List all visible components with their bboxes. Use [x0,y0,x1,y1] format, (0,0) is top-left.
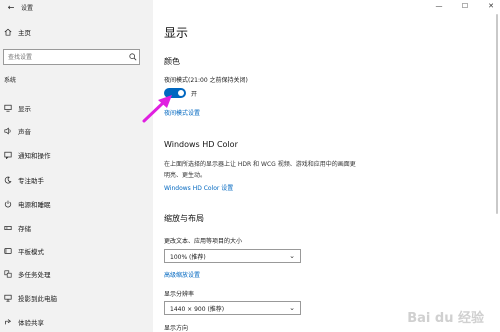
advanced-scaling-link[interactable]: 高级缩放设置 [164,270,200,279]
back-arrow-icon[interactable]: ← [6,2,16,12]
app-title: 设置 [21,4,34,12]
hd-desc-line: 明亮、更生动。 [164,172,207,179]
sidebar-item-label: 显示 [18,105,31,113]
hd-color-description: 在上面所选择的显示器上让 HDR 和 WCG 视频、游戏和应用中的画面更 明亮、… [164,159,404,181]
orientation-label: 显示方向 [164,325,189,332]
sidebar-item-shared-experiences[interactable]: 体验共享 [0,314,153,330]
speaker-icon [4,127,12,135]
chevron-down-icon: ⌄ [289,304,295,312]
sidebar-item-multitasking[interactable]: 多任务处理 [0,266,153,282]
search-input[interactable] [4,50,127,64]
night-light-label: 夜间模式(21:00 之前保持关闭) [164,77,248,84]
sidebar-item-label: 存储 [18,225,31,233]
window-controls: — ☐ ✕ [434,0,496,12]
project-icon [4,294,12,302]
annotation-arrow-icon [142,95,172,123]
share-icon [4,318,12,326]
multitask-icon [4,270,12,278]
search-box[interactable] [3,49,140,65]
sidebar-item-label: 声音 [18,128,31,136]
sidebar-item-label: 平板模式 [18,248,44,256]
page-title: 显示 [164,26,189,40]
sidebar-item-label: 多任务处理 [18,271,51,279]
resolution-value: 1440 × 900 (推荐) [170,305,225,313]
sidebar-item-tablet-mode[interactable]: 平板模式 [0,243,153,259]
sidebar-item-storage[interactable]: 存储 [0,220,153,236]
title-bar: ← 设置 [0,0,153,14]
storage-icon [4,224,12,232]
search-icon[interactable] [127,53,139,61]
hd-color-settings-link[interactable]: Windows HD Color 设置 [164,183,233,192]
scale-value: 100% (推荐) [170,253,206,261]
sidebar-item-sound[interactable]: 声音 [0,123,153,139]
chevron-down-icon: ⌄ [289,252,295,260]
sidebar-item-display[interactable]: 显示 [0,100,153,116]
sidebar-item-notifications[interactable]: 通知和操作 [0,147,153,163]
sidebar-item-label: 专注助手 [18,177,44,185]
moon-icon [4,176,12,184]
scrollbar[interactable] [496,14,498,214]
tablet-icon [4,247,12,255]
sidebar: ← 设置 主页 系统 显示 声音 通知和操作 专注助手 [0,0,153,332]
toggle-state-label: 开 [191,91,198,98]
sidebar-item-label: 电源和睡眠 [18,201,51,209]
scale-dropdown[interactable]: 100% (推荐) ⌄ [164,249,301,263]
color-heading: 颜色 [164,57,180,66]
monitor-icon [4,104,12,112]
sidebar-item-focus-assist[interactable]: 专注助手 [0,172,153,188]
close-button[interactable]: ✕ [486,2,496,10]
sidebar-item-project-to-pc[interactable]: 投影到此电脑 [0,290,153,306]
sidebar-item-home[interactable]: 主页 [0,24,153,40]
scale-layout-heading: 缩放与布局 [164,214,204,223]
home-icon [4,28,12,36]
power-icon [4,200,12,208]
maximize-button[interactable]: ☐ [460,2,470,10]
sidebar-item-label: 体验共享 [18,319,44,327]
resolution-label: 显示分辨率 [164,291,195,298]
hd-color-heading: Windows HD Color [164,140,238,149]
section-label-system: 系统 [4,77,17,84]
watermark-logo: Bai du 经验 [407,311,484,326]
sidebar-item-label: 主页 [18,29,31,37]
scale-label: 更改文本、应用等项目的大小 [164,238,243,245]
notification-icon [4,151,12,159]
minimize-button[interactable]: — [434,2,444,10]
sidebar-item-power-sleep[interactable]: 电源和睡眠 [0,196,153,212]
resolution-dropdown[interactable]: 1440 × 900 (推荐) ⌄ [164,301,301,315]
hd-desc-line: 在上面所选择的显示器上让 HDR 和 WCG 视频、游戏和应用中的画面更 [164,161,356,168]
sidebar-item-label: 通知和操作 [18,152,51,160]
sidebar-item-label: 投影到此电脑 [18,295,57,303]
main-content: — ☐ ✕ 显示 颜色 夜间模式(21:00 之前保持关闭) 开 夜间模式设置 … [153,0,500,332]
